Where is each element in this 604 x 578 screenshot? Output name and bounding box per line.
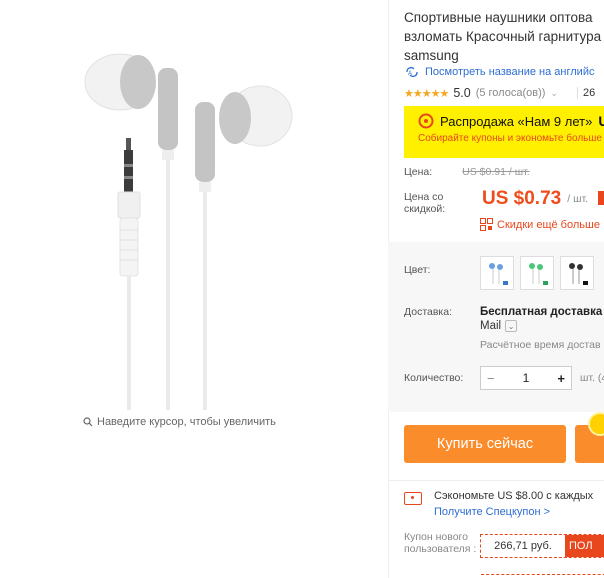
shipping-main: Бесплатная доставка в	[480, 306, 604, 318]
new-price-label: Цена со скидкой:	[404, 191, 446, 215]
qr-icon	[480, 218, 493, 231]
discount-link-text[interactable]: Скидки ещё больше	[497, 219, 600, 231]
quantity-increase-button[interactable]: +	[557, 371, 565, 386]
color-swatch-green[interactable]	[520, 256, 554, 290]
color-swatch-black[interactable]	[560, 256, 594, 290]
quantity-unit: шт. (4	[580, 372, 604, 384]
quantity-value[interactable]: 1	[523, 371, 530, 385]
color-label: Цвет:	[404, 264, 431, 276]
zoom-hint-text: Наведите курсор, чтобы увеличить	[97, 416, 276, 428]
quantity-row: Количество: − 1 + шт. (4	[404, 366, 604, 390]
chevron-down-icon[interactable]: ⌄	[550, 88, 558, 99]
special-coupon-row: Сэкономьте US $8.00 с каждых Получите Сп…	[404, 490, 593, 518]
search-icon	[83, 417, 93, 427]
title-line: samsung	[404, 48, 459, 63]
save-text: Сэкономьте US $8.00 с каждых	[434, 490, 594, 502]
shipping-method-select[interactable]: Mail ⌄	[480, 320, 604, 332]
per-unit: / шт.	[567, 193, 589, 205]
old-price: US $0.91 / шт.	[462, 166, 530, 178]
section-divider	[388, 480, 604, 481]
buy-now-button[interactable]: Купить сейчас	[404, 425, 566, 463]
translate-icon: A	[406, 67, 418, 77]
product-title: Спортивные наушники оптова взломать Крас…	[404, 8, 604, 65]
title-line: Спортивные наушники оптова	[404, 10, 593, 25]
shipping-method[interactable]: Mail	[480, 320, 501, 332]
get-coupon-button[interactable]: ПОЛ	[565, 535, 604, 557]
orders-count: 26	[582, 87, 596, 99]
coupon-icon	[404, 492, 422, 505]
sale-banner[interactable]: Распродажа «Нам 9 лет» U Собирайте купон…	[404, 106, 604, 158]
coupon-dash-line	[481, 574, 604, 575]
coupon-amount: 266,71 руб.	[481, 535, 565, 557]
svg-text:A: A	[408, 71, 412, 77]
sale-title: Распродажа «Нам 9 лет»	[440, 113, 593, 129]
shipping-label: Доставка:	[404, 306, 453, 318]
rating-separator	[576, 87, 578, 99]
new-user-coupon-row: Купон нового пользователя : 266,71 руб. …	[404, 531, 604, 558]
quantity-label: Количество:	[404, 372, 464, 384]
old-price-label: Цена:	[404, 166, 433, 178]
color-option-row: Цвет:	[404, 256, 600, 290]
title-line: взломать Красочный гарнитура	[404, 29, 602, 44]
quantity-decrease-button[interactable]: −	[487, 371, 495, 386]
rating-stars: ★★★★★	[404, 87, 449, 100]
shipping-row: Доставка: Бесплатная доставка в Mail ⌄ Р…	[404, 306, 604, 351]
translate-link[interactable]: A Посмотреть название на английс	[404, 66, 594, 78]
product-gallery[interactable]: Наведите курсор, чтобы увеличить	[0, 0, 388, 578]
rating-row: ★★★★★ 5.0 (5 голоса(ов)) ⌄ 26	[404, 86, 595, 100]
get-special-coupon-link[interactable]: Получите Спецкупон >	[434, 506, 593, 518]
new-price: US $0.73	[482, 188, 562, 209]
clock-icon	[418, 113, 434, 129]
zoom-hint: Наведите курсор, чтобы увеличить	[83, 416, 276, 428]
price-block: Цена: US $0.91 / шт. Цена со скидкой: US…	[404, 166, 604, 231]
color-swatch-blue[interactable]	[480, 256, 514, 290]
rating-votes[interactable]: (5 голоса(ов))	[476, 87, 546, 99]
discount-tag	[598, 191, 604, 205]
chevron-down-icon[interactable]: ⌄	[505, 320, 518, 332]
quantity-stepper[interactable]: − 1 +	[480, 366, 572, 390]
product-image[interactable]	[60, 40, 320, 412]
sale-subtitle: Собирайте купоны и экономьте больше	[418, 133, 602, 144]
discount-link[interactable]: Скидки ещё больше	[480, 218, 600, 231]
new-user-coupon[interactable]: 266,71 руб. ПОЛ	[480, 534, 604, 558]
new-user-coupon-label: Купон нового пользователя :	[404, 531, 477, 555]
rating-score: 5.0	[453, 86, 471, 100]
sale-title-tail: U	[598, 113, 604, 129]
shipping-estimate: Расчётное время достав	[480, 339, 601, 351]
translate-text[interactable]: Посмотреть название на английс	[425, 66, 594, 78]
